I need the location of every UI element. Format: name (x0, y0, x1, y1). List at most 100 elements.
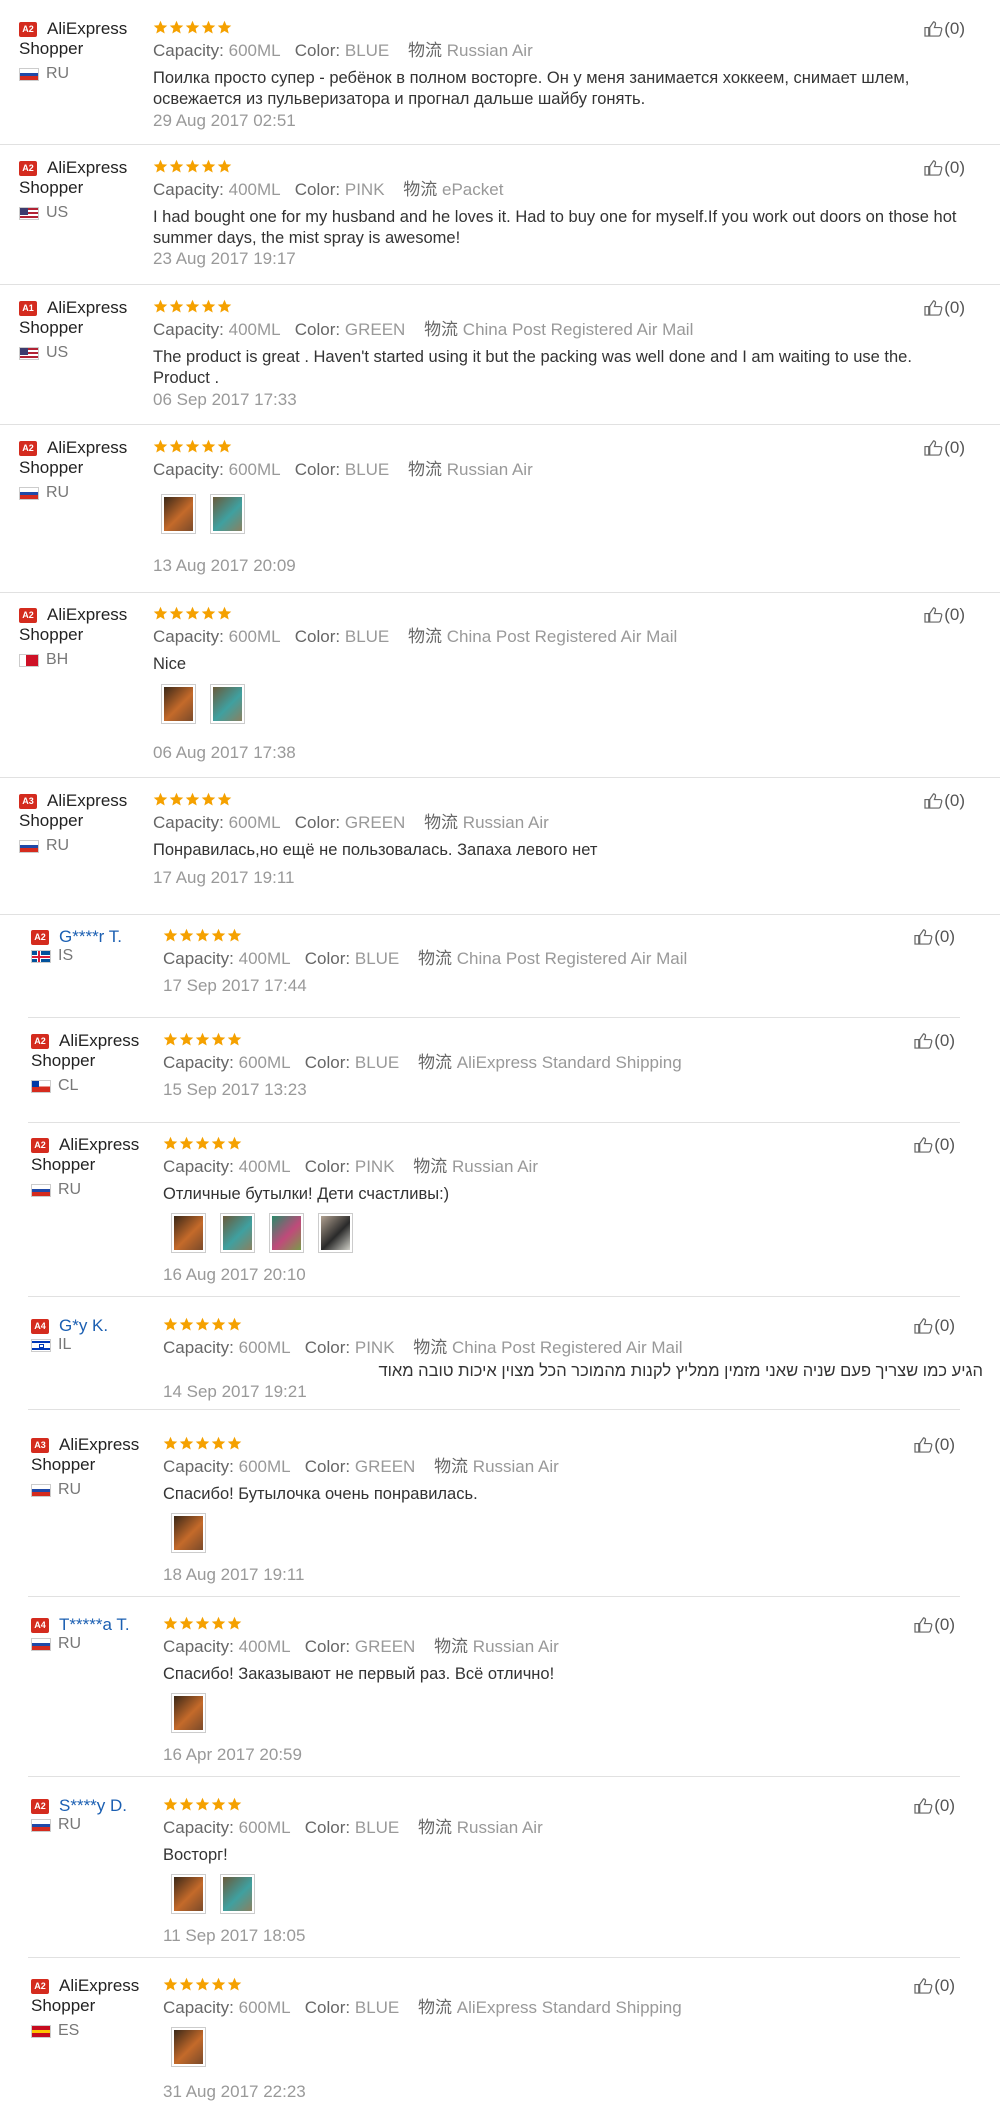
review-photo-thumbnail[interactable] (210, 494, 245, 534)
helpful-button[interactable]: (0) (924, 18, 965, 40)
helpful-button[interactable]: (0) (924, 297, 965, 319)
country-flag-icon (31, 1819, 51, 1832)
helpful-count: (0) (944, 438, 965, 457)
helpful-button[interactable]: (0) (914, 1134, 955, 1156)
helpful-button[interactable]: (0) (924, 437, 965, 459)
review-photo-thumbnail[interactable] (161, 684, 196, 724)
review-photo-thumbnail[interactable] (318, 1213, 353, 1253)
star-icon (185, 439, 201, 458)
review-photo-thumbnail[interactable] (220, 1213, 255, 1253)
color-value: BLUE (354, 949, 400, 968)
star-icon (195, 1616, 211, 1635)
shipping-method: Russian Air (462, 813, 549, 832)
country-flag-icon (19, 207, 39, 220)
rating-stars (153, 299, 233, 315)
order-info: Capacity: 600ML Color: BLUE 物流 AliExpres… (163, 1052, 682, 1074)
helpful-count: (0) (934, 927, 955, 946)
helpful-button[interactable]: (0) (914, 1030, 955, 1052)
review-date: 18 Aug 2017 19:11 (163, 1565, 305, 1584)
author-name-line2: Shopper (19, 318, 84, 337)
review-photo-thumbnail[interactable] (269, 1213, 304, 1253)
review-photo-thumbnail[interactable] (171, 1874, 206, 1914)
color-label: Color: (304, 1998, 351, 2017)
thumbs-up-icon (914, 1135, 934, 1154)
star-icon (227, 1136, 243, 1155)
color-label: Color: (304, 949, 351, 968)
logistics-label: 物流 (408, 460, 443, 479)
capacity-label: Capacity: (153, 320, 224, 339)
rating-stars (153, 792, 233, 808)
review-date: 14 Sep 2017 19:21 (163, 1382, 307, 1401)
review-photo-thumbnail[interactable] (171, 1693, 206, 1733)
star-icon (195, 1977, 211, 1996)
star-icon (163, 928, 179, 947)
shipping-method: China Post Registered Air Mail (456, 949, 688, 968)
helpful-count: (0) (934, 1135, 955, 1154)
buyer-level-badge: A2 (19, 22, 37, 37)
review-text: Восторг! (163, 1846, 228, 1864)
review-item: A2 AliExpress Shopper CL Capacity: 600ML… (0, 1030, 1000, 1123)
review-photo-thumbnail[interactable] (171, 1213, 206, 1253)
review-photo-thumbnail[interactable] (220, 1874, 255, 1914)
star-icon (217, 159, 233, 178)
capacity-value: 400ML (228, 320, 281, 339)
review-text: Спасибо! Заказывают не первый раз. Всё о… (163, 1665, 555, 1683)
color-label: Color: (304, 1053, 351, 1072)
review-item: A4 T*****a T. RU Capacity: 400ML Color: … (0, 1614, 1000, 1777)
helpful-button[interactable]: (0) (914, 1315, 955, 1337)
review-text: הגיע כמו שצריך פעם שניה שאני מזמין ממליץ… (378, 1362, 983, 1380)
logistics-label: 物流 (434, 1637, 469, 1656)
rating-stars (163, 928, 243, 944)
country-flag-icon (31, 2025, 51, 2038)
thumbs-up-icon (924, 158, 944, 177)
star-icon (217, 792, 233, 811)
helpful-button[interactable]: (0) (924, 157, 965, 179)
helpful-button[interactable]: (0) (914, 926, 955, 948)
capacity-label: Capacity: (153, 41, 224, 60)
shipping-method: Russian Air (456, 1818, 543, 1837)
order-info: Capacity: 400ML Color: BLUE 物流 China Pos… (163, 948, 687, 970)
color-label: Color: (294, 180, 341, 199)
review-item: A2 AliExpress Shopper BH Capacity: 600ML… (0, 604, 1000, 778)
review-item: A3 AliExpress Shopper RU Capacity: 600ML… (0, 790, 1000, 915)
helpful-button[interactable]: (0) (924, 790, 965, 812)
country-code: RU (58, 1181, 82, 1198)
helpful-button[interactable]: (0) (924, 604, 965, 626)
thumbs-up-icon (914, 1316, 934, 1335)
capacity-label: Capacity: (163, 1338, 234, 1357)
helpful-button[interactable]: (0) (914, 1795, 955, 1817)
country-code: BH (46, 651, 69, 668)
star-icon (195, 928, 211, 947)
star-icon (211, 1616, 227, 1635)
star-icon (201, 439, 217, 458)
star-icon (201, 20, 217, 39)
review-text: Nice (153, 655, 187, 673)
author-name[interactable]: T*****a T. (59, 1614, 130, 1635)
review-date: 15 Sep 2017 13:23 (163, 1080, 307, 1099)
review-photo-thumbnail[interactable] (210, 684, 245, 724)
author-name[interactable]: S****y D. (59, 1795, 127, 1816)
review-text: Отличные бутылки! Дети счастливы:) (163, 1185, 450, 1203)
shipping-method: ePacket (442, 180, 504, 199)
color-label: Color: (304, 1818, 351, 1837)
helpful-count: (0) (934, 1435, 955, 1454)
review-photo-thumbnail[interactable] (171, 2027, 206, 2067)
capacity-value: 600ML (238, 1818, 291, 1837)
review-item: A3 AliExpress Shopper RU Capacity: 600ML… (0, 1434, 1000, 1597)
star-icon (153, 606, 169, 625)
author-name-line2: Shopper (31, 1455, 96, 1474)
order-info: Capacity: 600ML Color: BLUE 物流 AliExpres… (163, 1997, 682, 2019)
author-name[interactable]: G*y K. (59, 1315, 108, 1336)
star-icon (217, 20, 233, 39)
review-photo-thumbnail[interactable] (171, 1513, 206, 1553)
order-info: Capacity: 400ML Color: PINK 物流 ePacket (153, 179, 503, 201)
review-photo-thumbnail[interactable] (161, 494, 196, 534)
rating-stars (153, 439, 233, 455)
author-name-line2: Shopper (31, 1155, 96, 1174)
helpful-button[interactable]: (0) (914, 1614, 955, 1636)
capacity-label: Capacity: (163, 1998, 234, 2017)
helpful-button[interactable]: (0) (914, 1434, 955, 1456)
order-info: Capacity: 600ML Color: BLUE 物流 Russian A… (163, 1817, 543, 1839)
author-name[interactable]: G****r T. (59, 926, 122, 947)
helpful-button[interactable]: (0) (914, 1975, 955, 1997)
